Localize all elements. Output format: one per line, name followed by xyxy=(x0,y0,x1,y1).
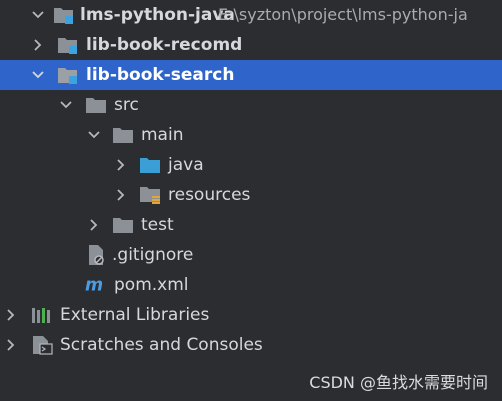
tree-row-gitignore[interactable]: .gitignore xyxy=(0,240,502,270)
tree-row-root[interactable]: lms-python-java E:\syzton\project\lms-py… xyxy=(0,0,502,30)
maven-icon: m xyxy=(85,270,107,300)
scratches-icon xyxy=(31,330,53,360)
chevron-right-icon[interactable] xyxy=(2,300,20,330)
tree-item-label: Scratches and Consoles xyxy=(60,335,263,355)
root-project-name: lms-python-java xyxy=(80,5,235,25)
tree-item-label: src xyxy=(114,95,139,115)
module-folder-icon xyxy=(57,60,79,90)
tree-row-lib-book-recomd[interactable]: lib-book-recomd xyxy=(0,30,502,60)
chevron-down-icon[interactable] xyxy=(85,120,103,150)
tree-row-pom-xml[interactable]: m pom.xml xyxy=(0,270,502,300)
chevron-right-icon[interactable] xyxy=(2,330,20,360)
tree-item-label: main xyxy=(141,125,184,145)
chevron-right-icon[interactable] xyxy=(85,210,103,240)
folder-icon xyxy=(112,210,134,240)
tree-item-label: test xyxy=(141,215,174,235)
chevron-down-icon[interactable] xyxy=(29,0,47,30)
tree-item-label: External Libraries xyxy=(60,305,210,325)
module-folder-icon xyxy=(53,0,75,30)
tree-row-main[interactable]: main xyxy=(0,120,502,150)
module-folder-icon xyxy=(57,30,79,60)
tree-row-resources[interactable]: resources xyxy=(0,180,502,210)
tree-item-label: .gitignore xyxy=(112,245,194,265)
tree-item-label: pom.xml xyxy=(114,275,189,295)
tree-row-test[interactable]: test xyxy=(0,210,502,240)
chevron-down-icon[interactable] xyxy=(29,60,47,90)
root-project-path: E:\syzton\project\lms-python-ja xyxy=(218,5,468,24)
tree-item-label: java xyxy=(168,155,204,175)
resources-folder-icon xyxy=(139,180,161,210)
libraries-icon xyxy=(31,300,53,330)
folder-icon xyxy=(85,90,107,120)
tree-item-label: lib-book-search xyxy=(86,65,235,85)
tree-row-external-libraries[interactable]: External Libraries xyxy=(0,300,502,330)
watermark: CSDN @鱼找水需要时间 xyxy=(309,373,488,392)
ignored-file-icon xyxy=(85,240,107,270)
chevron-right-icon[interactable] xyxy=(29,30,47,60)
chevron-down-icon[interactable] xyxy=(57,90,75,120)
chevron-right-icon[interactable] xyxy=(112,180,130,210)
tree-row-java[interactable]: java xyxy=(0,150,502,180)
folder-icon xyxy=(112,120,134,150)
chevron-right-icon[interactable] xyxy=(112,150,130,180)
project-tree: lms-python-java E:\syzton\project\lms-py… xyxy=(0,0,502,401)
tree-item-label: lib-book-recomd xyxy=(86,35,243,55)
tree-row-src[interactable]: src xyxy=(0,90,502,120)
source-folder-icon xyxy=(139,150,161,180)
tree-item-label: resources xyxy=(168,185,251,205)
tree-row-scratches-and-consoles[interactable]: Scratches and Consoles xyxy=(0,330,502,360)
tree-row-lib-book-search[interactable]: lib-book-search xyxy=(0,60,502,90)
svg-text:m: m xyxy=(85,276,103,294)
